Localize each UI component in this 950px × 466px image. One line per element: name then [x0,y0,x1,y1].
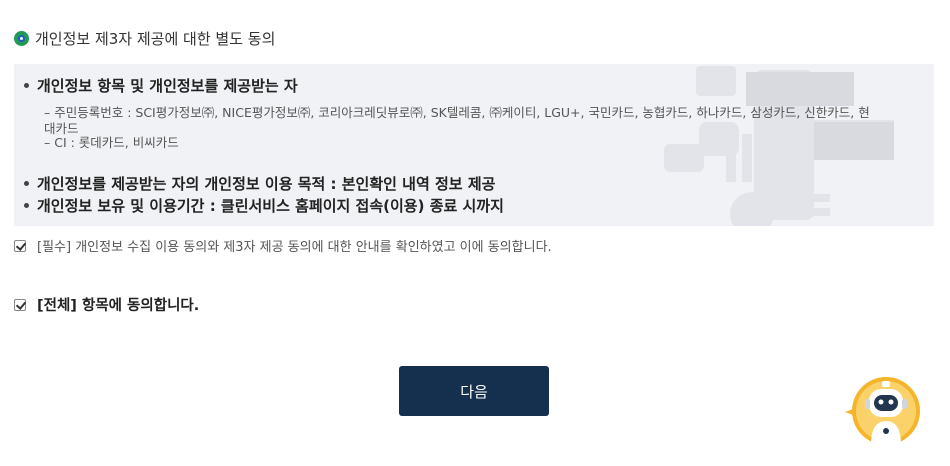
bullet-dot [24,203,29,208]
purpose-item: 개인정보를 제공받는 자의 개인정보 이용 목적 : 본인확인 내역 정보 제공 [24,173,495,194]
section-title-text: 개인정보 제3자 제공에 대한 별도 동의 [35,29,276,48]
next-button[interactable]: 다음 [399,366,549,416]
info-box: 개인정보 항목 및 개인정보를 제공받는 자 – 주민등록번호 : SCI평가정… [14,64,934,226]
purpose-text: 개인정보를 제공받는 자의 개인정보 이용 목적 : 본인확인 내역 정보 제공 [37,175,496,193]
all-consent-label: [전체] 항목에 동의합니다. [37,298,200,314]
bullet-dot [24,83,29,88]
decorative-illustration [664,66,894,226]
recipient-heading: 개인정보 항목 및 개인정보를 제공받는 자 [24,75,298,96]
recipient-ci: – CI : 롯데카드, 비씨카드 [44,135,179,150]
radio-dot-icon [14,30,29,46]
section-title: 개인정보 제3자 제공에 대한 별도 동의 [14,27,275,49]
required-consent-label: [필수] 개인정보 수집 이용 동의와 제3자 제공 동의에 대한 안내를 확인… [37,240,552,255]
required-consent-checkbox[interactable] [14,239,26,252]
bullet-dot [24,181,29,186]
recipient-heading-text: 개인정보 항목 및 개인정보를 제공받는 자 [37,77,298,95]
all-consent-checkbox[interactable] [14,298,26,311]
required-consent-row[interactable]: [필수] 개인정보 수집 이용 동의와 제3자 제공 동의에 대한 안내를 확인… [14,236,552,255]
retention-item: 개인정보 보유 및 이용기간 : 클린서비스 홈페이지 접속(이용) 종료 시까… [24,195,504,216]
all-consent-row[interactable]: [전체] 항목에 동의합니다. [14,294,199,315]
recipient-rrn: – 주민등록번호 : SCI평가정보㈜, NICE평가정보㈜, 코리아크레딧뷰로… [44,105,870,120]
retention-text: 개인정보 보유 및 이용기간 : 클린서비스 홈페이지 접속(이용) 종료 시까… [37,197,504,215]
chatbot-robot-icon[interactable] [845,375,925,447]
